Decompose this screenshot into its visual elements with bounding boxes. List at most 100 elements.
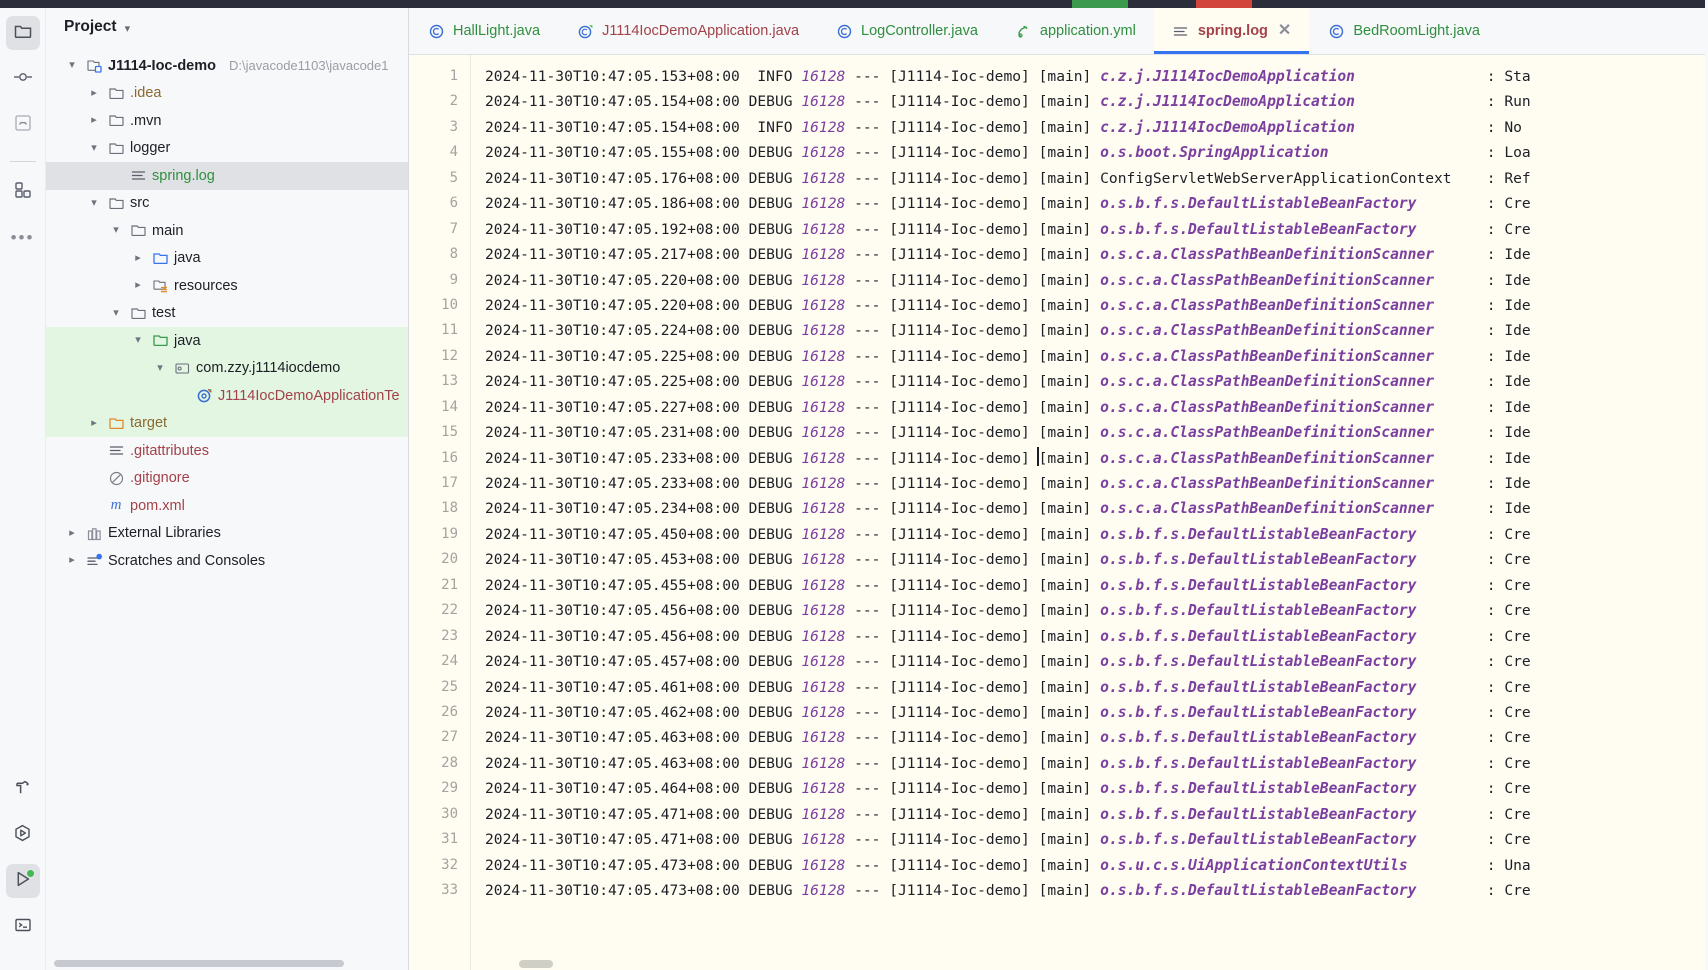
chevron-right-icon[interactable]: ▸ <box>86 87 102 99</box>
log-pid: 16128 <box>801 831 846 849</box>
sidebar-item-run[interactable] <box>5 864 40 898</box>
log-logger-name: o.s.b.f.s.DefaultListableBeanFactory <box>1100 805 1417 823</box>
log-line: 2024-11-30T10:47:05.227+08:00 DEBUG 1612… <box>485 395 1708 420</box>
chevron-down-icon[interactable]: ▾ <box>86 142 102 154</box>
folder-icon <box>107 112 125 130</box>
sidebar-item-pull-requests[interactable] <box>6 108 40 142</box>
tree-item-mvn[interactable]: ▸ .mvn <box>46 107 408 135</box>
source-folder-icon <box>151 249 169 267</box>
sidebar-item-project[interactable] <box>5 16 40 50</box>
chevron-down-icon[interactable]: ▾ <box>125 22 131 35</box>
log-pid: 16128 <box>801 144 846 162</box>
log-viewer[interactable]: 1 2 3 4 5 6 7 8 9 10 11 12 13 14 15 16 17 18 19 20 21 22 23 24 2… <box>409 55 1708 970</box>
log-logger-name: o.s.b.f.s.DefaultListableBeanFactory <box>1100 831 1417 849</box>
chevron-down-icon[interactable]: ▾ <box>108 307 124 319</box>
log-thread: [main] <box>1038 703 1092 721</box>
log-horizontal-scrollbar[interactable] <box>519 960 553 968</box>
tree-item-src[interactable]: ▾ src <box>46 190 408 218</box>
chevron-down-icon[interactable]: ▾ <box>64 60 80 71</box>
tree-item-main[interactable]: ▾ main <box>46 217 408 245</box>
chevron-right-icon[interactable]: ▸ <box>130 280 146 291</box>
tree-item-idea[interactable]: ▸ .idea <box>46 80 408 108</box>
tree-item-pom-xml[interactable]: m pom.xml <box>46 492 408 520</box>
tree-item-logger[interactable]: ▾ logger <box>46 135 408 163</box>
tree-item-test[interactable]: ▾ test <box>46 300 408 328</box>
tab-label: HallLight.java <box>453 23 541 39</box>
tab-logcontroller-java[interactable]: LogController.java <box>817 8 996 54</box>
log-logger-name: o.s.u.c.s.UiApplicationContextUtils <box>1100 856 1408 874</box>
close-icon[interactable]: ✕ <box>1278 23 1291 39</box>
tree-item-label: java <box>174 332 201 349</box>
log-level: DEBUG <box>748 525 793 543</box>
chevron-down-icon[interactable]: ▾ <box>152 362 168 374</box>
project-horizontal-scrollbar[interactable] <box>54 960 344 967</box>
log-column-padding <box>1416 679 1486 696</box>
tree-item-target[interactable]: ▸ target <box>46 409 408 437</box>
tab-j1114iocdemoapplication-java[interactable]: J1114IocDemoApplication.java <box>558 8 817 54</box>
log-message: No <box>1504 118 1531 136</box>
chevron-right-icon[interactable]: ▸ <box>86 115 102 126</box>
sidebar-item-more[interactable]: ••• <box>6 221 40 255</box>
sidebar-item-debug[interactable] <box>6 818 40 852</box>
log-thread: [main] <box>1038 246 1092 264</box>
tab-bedroomlight-java[interactable]: BedRoomLight.java <box>1309 8 1498 54</box>
chevron-right-icon[interactable]: ▸ <box>86 417 102 429</box>
tab-application-yml[interactable]: application.yml <box>996 8 1154 54</box>
log-timestamp: 2024-11-30T10:47:05.461+08:00 <box>485 678 740 696</box>
tab-halllight-java[interactable]: HallLight.java <box>409 8 558 54</box>
log-column-padding <box>1416 831 1486 848</box>
log-column-padding <box>1416 806 1486 823</box>
line-number: 25 <box>441 678 458 695</box>
tree-item-resources[interactable]: ▸ resources <box>46 272 408 300</box>
tree-item-java[interactable]: ▸ java <box>46 245 408 273</box>
log-pid: 16128 <box>801 602 846 620</box>
sidebar-item-structure[interactable] <box>6 175 40 209</box>
log-level: DEBUG <box>748 602 793 620</box>
tree-item-label: main <box>152 222 184 239</box>
chevron-right-icon[interactable]: ▸ <box>64 555 80 566</box>
log-app-name: [J1114-Ioc-demo] <box>889 373 1030 391</box>
log-app-name: [J1114-Ioc-demo] <box>889 220 1030 238</box>
log-line: 2024-11-30T10:47:05.461+08:00 DEBUG 1612… <box>485 675 1708 700</box>
log-level: DEBUG <box>748 144 793 162</box>
log-separator: --- <box>854 602 881 620</box>
log-message: Cre <box>1504 627 1531 645</box>
tree-item-label: .idea <box>130 85 162 101</box>
log-pid: 16128 <box>801 576 846 594</box>
chevron-right-icon[interactable]: ▸ <box>130 252 146 264</box>
tree-item-java[interactable]: ▾ java <box>46 327 408 355</box>
log-thread: [main] <box>1038 373 1092 391</box>
tree-item-gitattributes[interactable]: .gitattributes <box>46 437 408 465</box>
log-app-name: [J1114-Ioc-demo] <box>889 551 1030 569</box>
tree-item-j1114-ioc-demo[interactable]: ▾ J1114-Ioc-demo D:\javacode1103\javacode1 <box>46 52 408 80</box>
tree-item-com-zzy-j1114iocdemo[interactable]: ▾ com.zzy.j1114iocdemo <box>46 354 408 382</box>
log-thread: [main] <box>1038 882 1092 899</box>
tree-item-scratches-and-consoles[interactable]: ▸ Scratches and Consoles <box>46 547 408 575</box>
chevron-down-icon[interactable]: ▾ <box>108 225 124 236</box>
log-pid: 16128 <box>801 93 846 111</box>
log-message: Cre <box>1504 882 1531 899</box>
sidebar-item-commit[interactable] <box>6 62 40 96</box>
tab-label: LogController.java <box>861 23 978 39</box>
module-icon <box>85 57 103 75</box>
sidebar-item-build[interactable] <box>6 772 40 806</box>
tree-item-gitignore[interactable]: .gitignore <box>46 465 408 493</box>
log-line: 2024-11-30T10:47:05.463+08:00 DEBUG 1612… <box>485 751 1708 776</box>
tree-item-label: Scratches and Consoles <box>108 552 266 569</box>
log-message-separator: : <box>1486 805 1505 823</box>
sidebar-item-terminal[interactable] <box>6 910 40 944</box>
log-timestamp: 2024-11-30T10:47:05.231+08:00 <box>485 424 740 442</box>
log-content[interactable]: 2024-11-30T10:47:05.153+08:00 INFO 16128… <box>471 55 1708 970</box>
tree-item-spring-log[interactable]: spring.log <box>46 162 408 190</box>
log-thread: [main] <box>1038 678 1092 696</box>
tree-item-external-libraries[interactable]: ▸ External Libraries <box>46 520 408 548</box>
log-line: 2024-11-30T10:47:05.462+08:00 DEBUG 1612… <box>485 700 1708 725</box>
chevron-down-icon[interactable]: ▾ <box>130 335 146 346</box>
chevron-right-icon[interactable]: ▸ <box>64 527 80 539</box>
log-separator: --- <box>854 424 881 442</box>
log-logger-name: o.s.b.f.s.DefaultListableBeanFactory <box>1100 882 1417 899</box>
tab-spring-log[interactable]: spring.log ✕ <box>1153 8 1310 54</box>
log-file-icon <box>129 167 147 185</box>
tree-item-j1114iocdemoapplicationte[interactable]: J1114IocDemoApplicationTe <box>46 382 408 410</box>
chevron-down-icon[interactable]: ▾ <box>86 197 102 209</box>
